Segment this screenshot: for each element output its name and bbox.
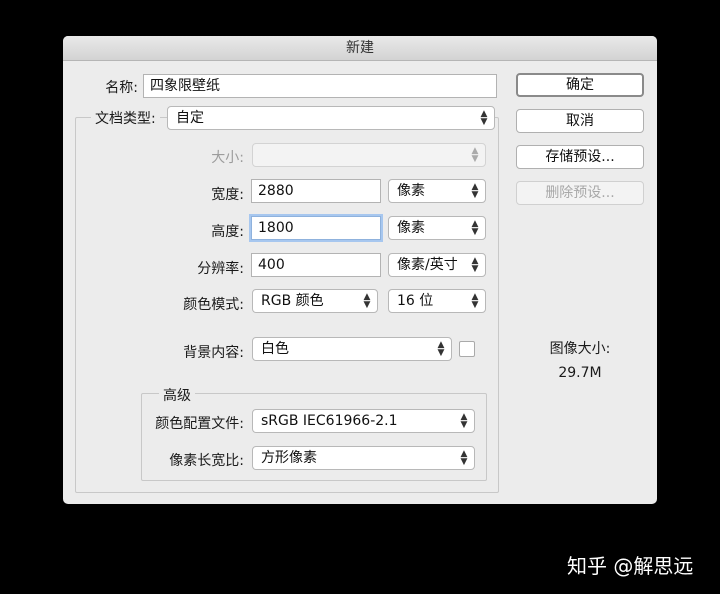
color-profile-value: sRGB IEC61966-2.1 bbox=[261, 413, 398, 429]
new-document-dialog: 新建 名称: 四象限壁纸 文档类型: 自定 ▲ ▼ 大小: ▲ ▼ 宽度: 2880… bbox=[63, 36, 657, 504]
resolution-label: 分辨率: bbox=[197, 261, 244, 277]
chevron-updown-icon: ▲ ▼ bbox=[471, 219, 479, 237]
name-input[interactable]: 四象限壁纸 bbox=[143, 74, 497, 98]
cancel-button[interactable]: 取消 bbox=[516, 109, 644, 133]
resolution-input[interactable]: 400 bbox=[251, 253, 381, 277]
doc-type-select[interactable]: 自定 ▲ ▼ bbox=[167, 106, 495, 130]
width-input[interactable]: 2880 bbox=[251, 179, 381, 203]
chevron-updown-icon: ▲ ▼ bbox=[460, 449, 468, 467]
size-select: ▲ ▼ bbox=[252, 143, 486, 167]
width-unit-value: 像素 bbox=[397, 183, 425, 199]
background-select[interactable]: 白色 ▲ ▼ bbox=[252, 337, 452, 361]
color-mode-select[interactable]: RGB 颜色 ▲ ▼ bbox=[252, 289, 378, 313]
chevron-updown-icon: ▲ ▼ bbox=[471, 256, 479, 274]
delete-preset-button: 删除预设... bbox=[516, 181, 644, 205]
image-size-value: 29.7M bbox=[558, 365, 602, 381]
ok-button[interactable]: 确定 bbox=[516, 73, 644, 97]
chevron-updown-icon: ▲ ▼ bbox=[363, 292, 371, 310]
color-mode-value: RGB 颜色 bbox=[261, 293, 324, 309]
resolution-unit-value: 像素/英寸 bbox=[397, 257, 458, 273]
chevron-updown-icon: ▲ ▼ bbox=[471, 182, 479, 200]
dialog-title: 新建 bbox=[63, 36, 657, 61]
background-label: 背景内容: bbox=[183, 345, 244, 361]
bit-depth-value: 16 位 bbox=[397, 293, 434, 309]
chevron-updown-icon: ▲ ▼ bbox=[480, 109, 488, 127]
bit-depth-select[interactable]: 16 位 ▲ ▼ bbox=[388, 289, 486, 313]
height-label: 高度: bbox=[211, 224, 244, 240]
height-unit-value: 像素 bbox=[397, 220, 425, 236]
background-color-swatch[interactable] bbox=[459, 341, 475, 357]
watermark-text: 知乎 @解思远 bbox=[567, 554, 694, 578]
color-profile-label: 颜色配置文件: bbox=[155, 416, 244, 432]
advanced-title: 高级 bbox=[159, 385, 195, 405]
pixel-aspect-value: 方形像素 bbox=[261, 450, 317, 466]
pixel-aspect-select[interactable]: 方形像素 ▲ ▼ bbox=[252, 446, 475, 470]
chevron-updown-icon: ▲ ▼ bbox=[471, 146, 479, 164]
width-unit-select[interactable]: 像素 ▲ ▼ bbox=[388, 179, 486, 203]
name-label: 名称: bbox=[105, 80, 138, 96]
pixel-aspect-label: 像素长宽比: bbox=[169, 453, 244, 469]
resolution-unit-select[interactable]: 像素/英寸 ▲ ▼ bbox=[388, 253, 486, 277]
doc-type-value: 自定 bbox=[176, 110, 204, 126]
width-label: 宽度: bbox=[211, 187, 244, 203]
height-unit-select[interactable]: 像素 ▲ ▼ bbox=[388, 216, 486, 240]
background-value: 白色 bbox=[261, 341, 289, 357]
height-input[interactable]: 1800 bbox=[251, 216, 381, 240]
size-label: 大小: bbox=[211, 150, 244, 166]
chevron-updown-icon: ▲ ▼ bbox=[437, 340, 445, 358]
doc-type-label: 文档类型: bbox=[91, 108, 160, 128]
image-size-label: 图像大小: bbox=[549, 341, 611, 357]
color-mode-label: 颜色模式: bbox=[183, 297, 244, 313]
save-preset-button[interactable]: 存储预设... bbox=[516, 145, 644, 169]
chevron-updown-icon: ▲ ▼ bbox=[471, 292, 479, 310]
chevron-updown-icon: ▲ ▼ bbox=[460, 412, 468, 430]
color-profile-select[interactable]: sRGB IEC61966-2.1 ▲ ▼ bbox=[252, 409, 475, 433]
